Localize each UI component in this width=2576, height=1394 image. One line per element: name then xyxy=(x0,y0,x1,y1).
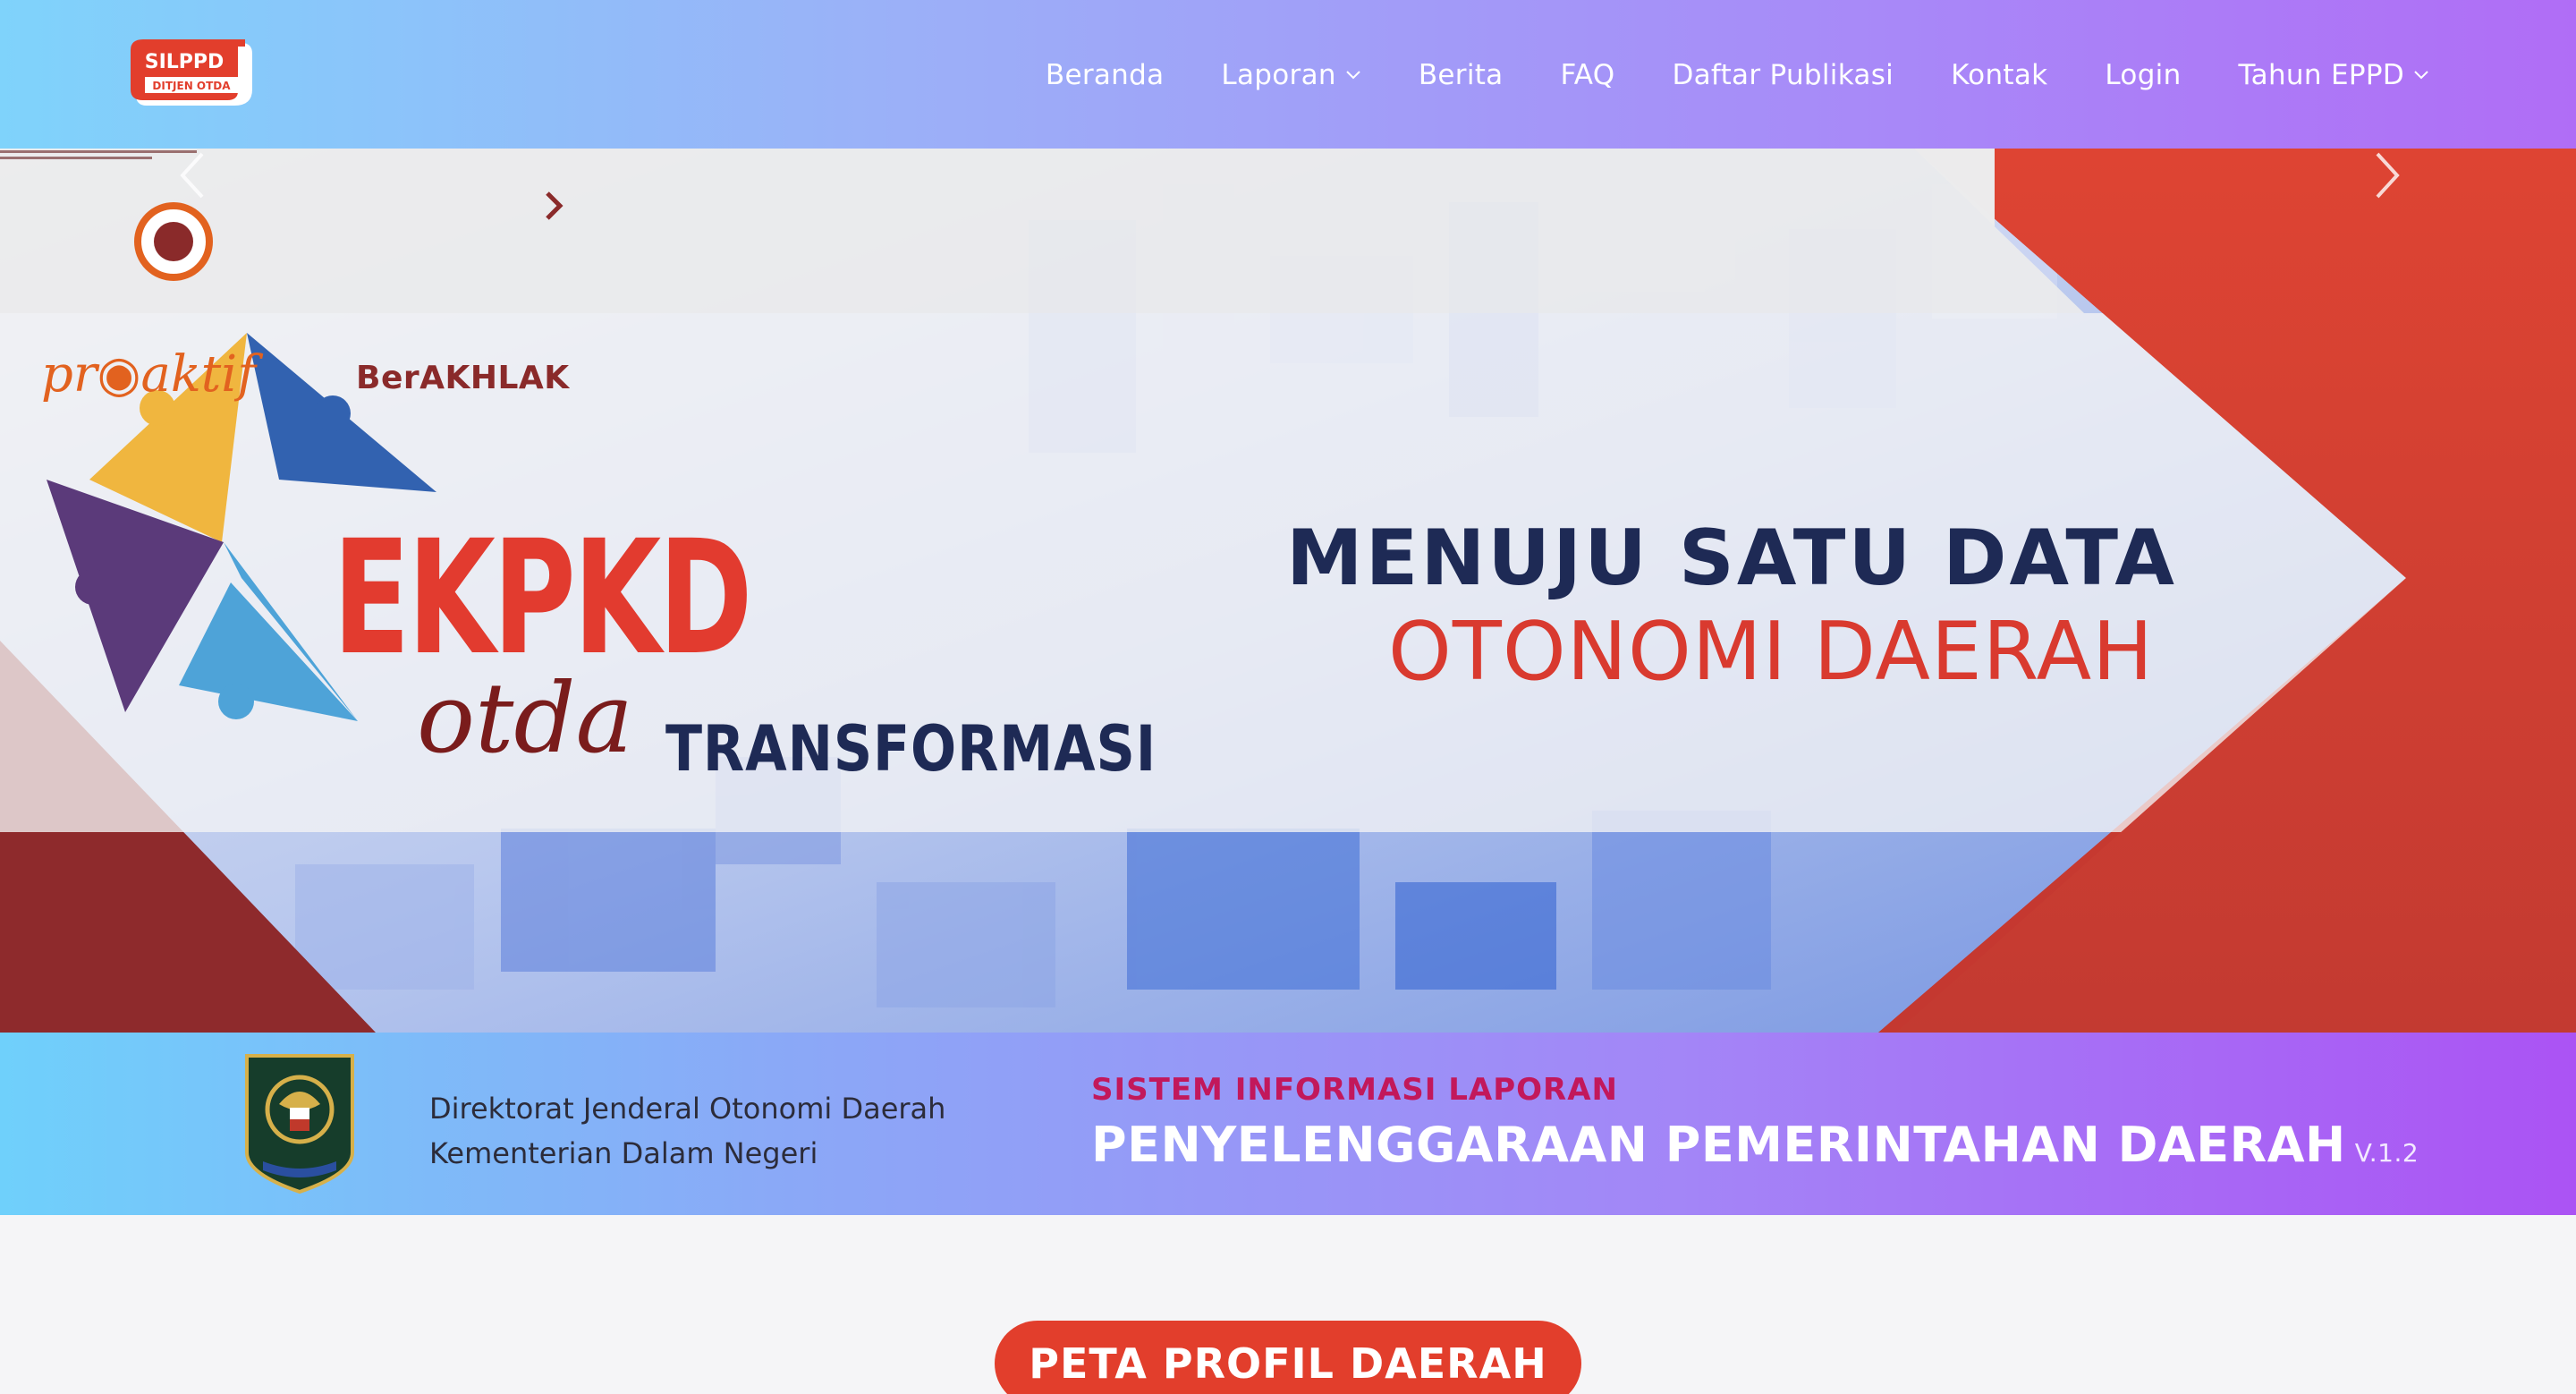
nav-daftar-publikasi-label: Daftar Publikasi xyxy=(1672,59,1894,91)
system-title-text: PENYELENGGARAAN PEMERINTAHAN DAERAH xyxy=(1091,1117,2346,1173)
nav-login-label: Login xyxy=(2105,59,2182,91)
hero-heading-line2: OTONOMI DAERAH xyxy=(1388,605,2154,699)
silppd-logo[interactable]: SILPPD DITJEN OTDA xyxy=(127,38,254,111)
version-label: V.1.2 xyxy=(2354,1138,2419,1168)
nav-beranda-label: Beranda xyxy=(1045,59,1165,91)
nav-kontak-label: Kontak xyxy=(1951,59,2048,91)
chevron-down-icon xyxy=(2414,71,2428,80)
nav-laporan-label: Laporan xyxy=(1221,59,1336,91)
proaktif-logo: pr◉aktif xyxy=(41,345,256,404)
org-line-1: Direktorat Jenderal Otonomi Daerah xyxy=(429,1092,946,1126)
nav-laporan[interactable]: Laporan xyxy=(1192,59,1389,91)
nav-daftar-publikasi[interactable]: Daftar Publikasi xyxy=(1643,59,1922,91)
nav-berita[interactable]: Berita xyxy=(1390,59,1532,91)
carousel-next-arrow[interactable] xyxy=(2368,149,2404,202)
svg-text:DITJEN OTDA: DITJEN OTDA xyxy=(152,80,231,92)
system-info-band: Direktorat Jenderal Otonomi Daerah Kemen… xyxy=(0,1033,2576,1215)
nav-tahun-eppd-label: Tahun EPPD xyxy=(2238,59,2404,91)
top-navbar: SILPPD DITJEN OTDA Beranda Laporan Berit… xyxy=(0,0,2576,149)
system-title: PENYELENGGARAAN PEMERINTAHAN DAERAH V.1.2 xyxy=(1091,1117,2419,1173)
nav-login[interactable]: Login xyxy=(2076,59,2209,91)
hero-carousel: pr◉aktif BerAKHLAK EKPKD otda TRANSFORMA… xyxy=(0,149,2576,1033)
nav-kontak[interactable]: Kontak xyxy=(1922,59,2076,91)
main-nav: Beranda Laporan Berita FAQ Daftar Publik… xyxy=(1017,50,2458,100)
nav-tahun-eppd[interactable]: Tahun EPPD xyxy=(2210,59,2458,91)
carousel-prev-arrow[interactable] xyxy=(175,149,211,202)
transformasi-text: TRANSFORMASI xyxy=(665,712,1157,786)
nav-faq-label: FAQ xyxy=(1560,59,1615,91)
organization-name: Direktorat Jenderal Otonomi Daerah Kemen… xyxy=(429,1086,945,1176)
nav-beranda[interactable]: Beranda xyxy=(1017,59,1193,91)
kemendagri-emblem xyxy=(245,1054,354,1194)
nav-faq[interactable]: FAQ xyxy=(1531,59,1643,91)
chevron-down-icon xyxy=(1346,71,1360,80)
org-line-2: Kementerian Dalam Negeri xyxy=(429,1136,818,1170)
peta-profil-daerah-button[interactable]: PETA PROFIL DAERAH xyxy=(995,1321,1581,1394)
svg-text:SILPPD: SILPPD xyxy=(145,51,225,73)
berakhlak-logo: BerAKHLAK xyxy=(356,360,570,396)
otda-subtitle: otda xyxy=(417,663,633,775)
nav-berita-label: Berita xyxy=(1418,59,1504,91)
hero-heading-line1: MENUJU SATU DATA xyxy=(1286,514,2177,603)
system-subtitle: SISTEM INFORMASI LAPORAN xyxy=(1091,1072,1619,1108)
